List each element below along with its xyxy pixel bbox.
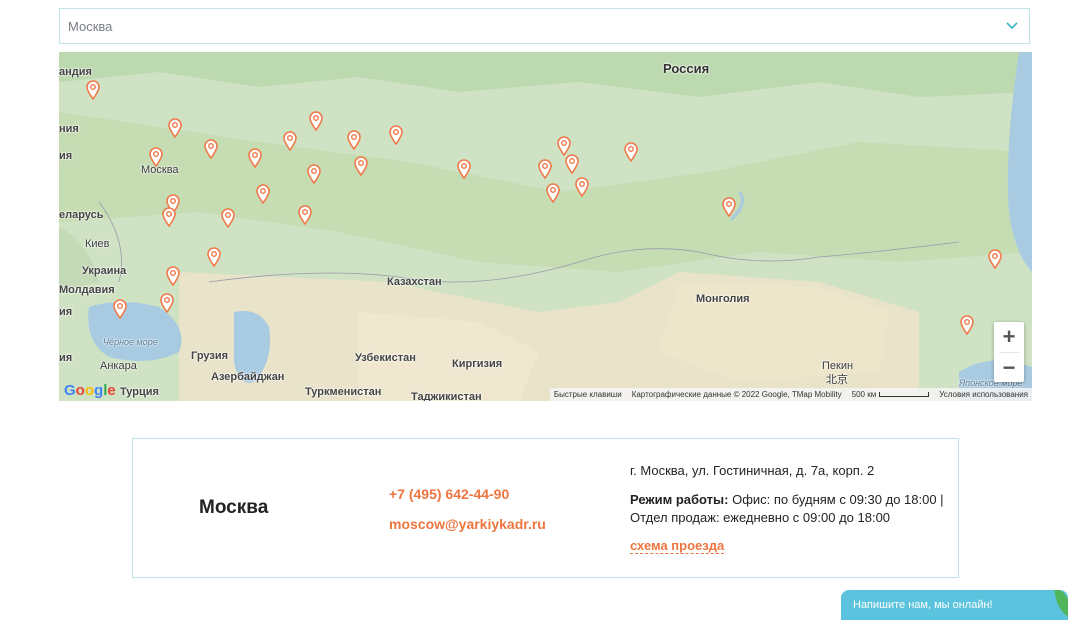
map-label-georgia: Грузия: [191, 350, 229, 362]
map-marker-icon[interactable]: [959, 315, 975, 336]
map-marker-icon[interactable]: [308, 111, 324, 132]
map-marker-icon[interactable]: [112, 299, 128, 320]
map-marker-icon[interactable]: [167, 118, 183, 139]
map[interactable]: Россия андия ния ия Москва еларусь Киев …: [59, 52, 1032, 401]
map-marker-icon[interactable]: [247, 148, 263, 169]
map-marker-icon[interactable]: [206, 247, 222, 268]
zoom-control: + −: [994, 322, 1024, 382]
chat-widget-label: Напишите нам, мы онлайн!: [853, 599, 993, 611]
map-attribution: Быстрые клавиши Картографические данные …: [549, 388, 1032, 401]
office-hours-label: Режим работы:: [630, 492, 729, 507]
map-label-finland: андия: [59, 66, 92, 78]
city-select[interactable]: Москва: [59, 8, 1030, 44]
map-data-credit: Картографические данные © 2022 Google, T…: [631, 390, 842, 399]
map-label-ukraine: Украина: [82, 265, 127, 277]
map-label-azerbaijan: Азербайджан: [211, 371, 285, 383]
map-terrain: [59, 52, 1032, 401]
map-marker-icon[interactable]: [346, 130, 362, 151]
leaf-icon: [1054, 590, 1068, 617]
map-marker-icon[interactable]: [297, 205, 313, 226]
office-city: Москва: [199, 497, 269, 518]
map-label-kazakhstan: Казахстан: [387, 276, 442, 288]
map-label-black-sea: Чёрное море: [103, 337, 158, 347]
map-marker-icon[interactable]: [721, 197, 737, 218]
map-label-sweden: ния: [59, 123, 79, 135]
map-label-mongolia: Монголия: [696, 293, 750, 305]
map-label-turkmenistan: Туркменистан: [305, 386, 382, 398]
map-label-romania: ия: [59, 306, 73, 318]
chevron-down-icon[interactable]: [1005, 19, 1019, 33]
chat-widget[interactable]: Напишите нам, мы онлайн!: [841, 590, 1068, 620]
office-email-link[interactable]: moscow@yarkiykadr.ru: [389, 516, 546, 532]
map-scale-label: 500 км: [851, 390, 877, 399]
keyboard-shortcuts-link[interactable]: Быстрые клавиши: [554, 390, 622, 399]
zoom-out-button[interactable]: −: [994, 353, 1024, 383]
map-marker-icon[interactable]: [255, 184, 271, 205]
map-label-kyrgyzstan: Киргизия: [452, 358, 503, 370]
map-marker-icon[interactable]: [564, 154, 580, 175]
map-marker-icon[interactable]: [574, 177, 590, 198]
map-marker-icon[interactable]: [987, 249, 1003, 270]
office-phone-link[interactable]: +7 (495) 642-44-90: [389, 486, 509, 502]
map-label-moldova: Молдавия: [59, 284, 115, 296]
google-logo[interactable]: Google: [64, 382, 116, 399]
map-marker-icon[interactable]: [556, 136, 572, 157]
map-marker-icon[interactable]: [148, 147, 164, 168]
map-marker-icon[interactable]: [537, 159, 553, 180]
map-marker-icon[interactable]: [220, 208, 236, 229]
map-scale[interactable]: 500 км: [852, 390, 930, 399]
zoom-in-button[interactable]: +: [994, 322, 1024, 352]
scale-bar: [879, 392, 930, 397]
map-label-uzbekistan: Узбекистан: [355, 352, 416, 364]
map-label-bulgaria: ия: [59, 352, 73, 364]
map-label-belarus: еларусь: [59, 209, 104, 221]
map-label-beijing-cn: 北京: [826, 374, 848, 386]
map-marker-icon[interactable]: [85, 80, 101, 101]
office-hours: Режим работы: Офис: по будням с 09:30 до…: [630, 491, 950, 527]
terms-link[interactable]: Условия использования: [939, 390, 1028, 399]
map-marker-icon[interactable]: [165, 266, 181, 287]
map-marker-icon[interactable]: [282, 131, 298, 152]
map-label-ankara: Анкара: [100, 360, 137, 372]
city-select-value: Москва: [68, 18, 113, 34]
map-marker-icon[interactable]: [545, 183, 561, 204]
map-marker-icon[interactable]: [161, 207, 177, 228]
map-label-latvia: ия: [59, 150, 73, 162]
map-marker-icon[interactable]: [306, 164, 322, 185]
map-marker-icon[interactable]: [623, 142, 639, 163]
map-marker-icon[interactable]: [456, 159, 472, 180]
map-label-kyiv: Киев: [85, 238, 110, 250]
map-label-russia: Россия: [663, 61, 710, 76]
office-card: Москва +7 (495) 642-44-90 moscow@yarkiyk…: [132, 438, 959, 578]
route-map-link[interactable]: схема проезда: [630, 538, 725, 554]
map-marker-icon[interactable]: [203, 139, 219, 160]
map-label-turkey: Турция: [120, 386, 159, 398]
office-address: г. Москва, ул. Гостиничная, д. 7а, корп.…: [630, 463, 875, 478]
map-marker-icon[interactable]: [159, 293, 175, 314]
map-marker-icon[interactable]: [388, 125, 404, 146]
map-marker-icon[interactable]: [353, 156, 369, 177]
map-label-tajikistan: Таджикистан: [411, 391, 482, 401]
